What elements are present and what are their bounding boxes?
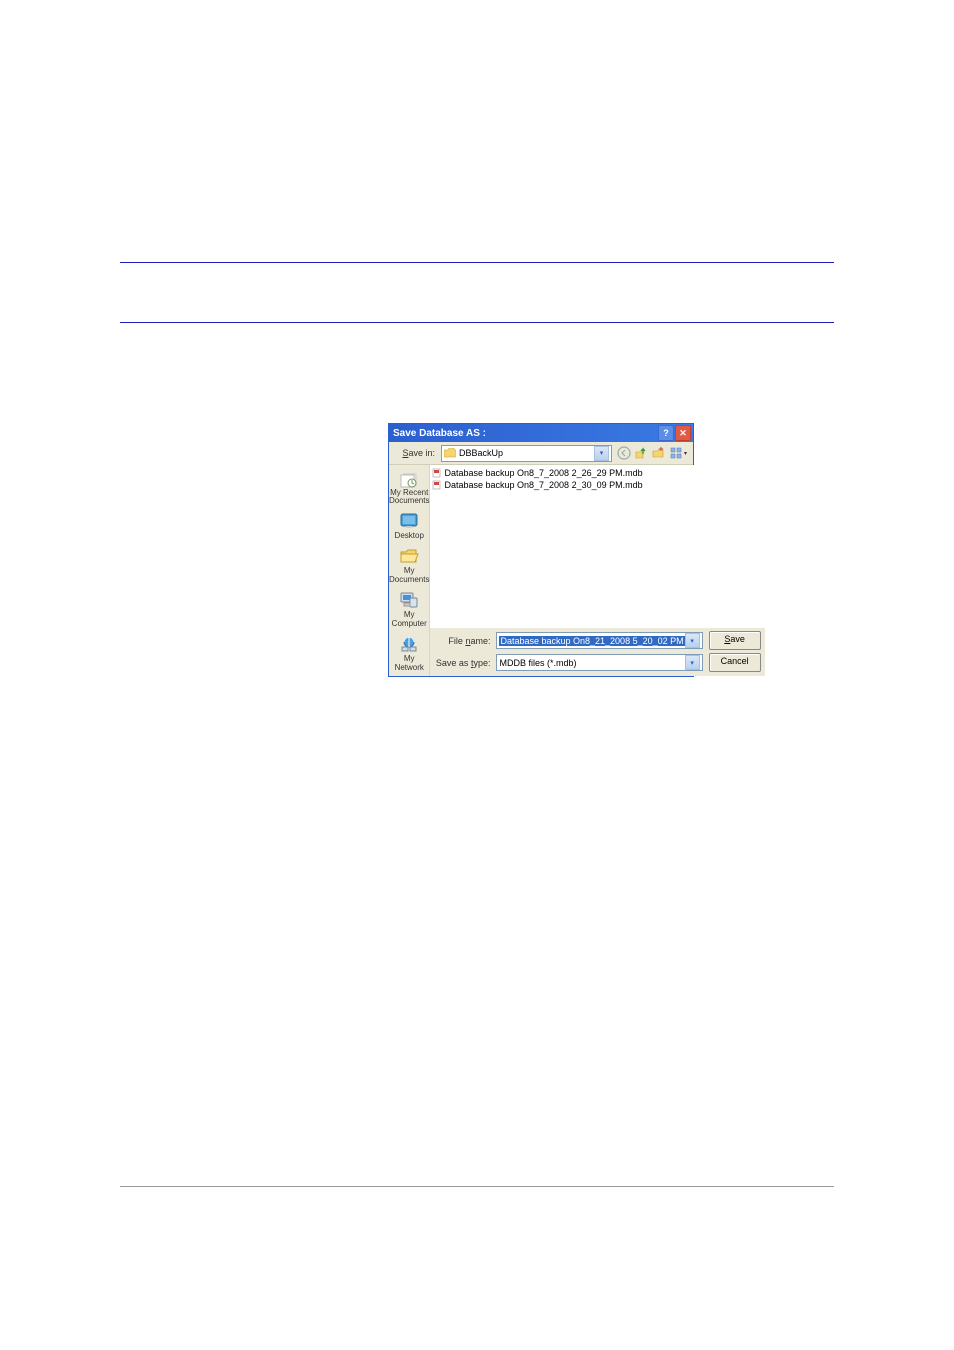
places-bar: My Recent Documents Desktop My Documents…	[389, 465, 430, 676]
dialog-body: My Recent Documents Desktop My Documents…	[389, 465, 693, 676]
mdb-file-icon	[432, 480, 442, 490]
help-button[interactable]: ?	[658, 425, 674, 441]
view-menu-icon[interactable]: ▾	[667, 446, 689, 461]
place-mynetwork[interactable]: My Network	[389, 632, 429, 676]
save-button[interactable]: Save	[709, 631, 761, 650]
save-as-dialog: Save Database AS : ? ✕ Save in: DBBackUp…	[388, 423, 694, 677]
nav-back-icon[interactable]	[616, 446, 631, 461]
place-label: Desktop	[389, 531, 429, 540]
file-name: Database backup On8_7_2008 2_26_29 PM.md…	[444, 468, 642, 478]
folder-open-icon	[444, 448, 456, 458]
dialog-bottom: File name: Database backup On8_21_2008 5…	[430, 628, 764, 676]
savetype-value: MDDB files (*.mdb)	[499, 658, 684, 668]
save-in-value: DBBackUp	[459, 448, 594, 458]
header-rule-2	[120, 322, 834, 323]
cancel-button[interactable]: Cancel	[709, 653, 761, 672]
filename-label: File name:	[434, 636, 490, 646]
mdb-file-icon	[432, 468, 442, 478]
save-in-label: Save in:	[393, 448, 435, 458]
savetype-combo[interactable]: MDDB files (*.mdb) ▾	[496, 654, 702, 671]
chevron-down-icon[interactable]: ▾	[685, 633, 700, 648]
my-computer-icon	[398, 590, 420, 610]
file-item[interactable]: Database backup On8_7_2008 2_26_29 PM.md…	[432, 467, 762, 479]
recent-documents-icon	[398, 469, 420, 489]
chevron-down-icon[interactable]: ▾	[685, 655, 700, 670]
chevron-down-icon[interactable]: ▾	[594, 446, 609, 461]
file-item[interactable]: Database backup On8_7_2008 2_30_09 PM.md…	[432, 479, 762, 491]
nav-icons: ▾	[616, 446, 689, 461]
file-list[interactable]: Database backup On8_7_2008 2_26_29 PM.md…	[430, 465, 764, 628]
file-name: Database backup On8_7_2008 2_30_09 PM.md…	[444, 480, 642, 490]
my-network-icon	[398, 634, 420, 654]
place-label: My Network	[389, 654, 429, 672]
filename-input[interactable]: Database backup On8_21_2008 5_20_02 PM ▾	[496, 632, 702, 649]
place-mycomputer[interactable]: My Computer	[389, 588, 429, 632]
dialog-toolbar: Save in: DBBackUp ▾	[389, 442, 693, 465]
savetype-label: Save as type:	[434, 658, 490, 668]
header-rule-1	[120, 262, 834, 263]
new-folder-icon[interactable]	[650, 446, 665, 461]
desktop-icon	[398, 511, 420, 531]
save-in-combo[interactable]: DBBackUp ▾	[441, 445, 612, 462]
dialog-title: Save Database AS :	[393, 428, 486, 439]
my-documents-icon	[398, 546, 420, 566]
footer-rule	[120, 1186, 834, 1187]
place-desktop[interactable]: Desktop	[389, 509, 429, 544]
place-label: My Documents	[389, 566, 429, 584]
dialog-titlebar[interactable]: Save Database AS : ? ✕	[389, 424, 693, 442]
nav-up-icon[interactable]	[633, 446, 648, 461]
filename-value: Database backup On8_21_2008 5_20_02 PM	[499, 636, 684, 646]
place-label: My Computer	[389, 610, 429, 628]
chevron-down-icon: ▾	[684, 450, 687, 457]
place-label: My Recent Documents	[389, 489, 429, 505]
place-mydocuments[interactable]: My Documents	[389, 544, 429, 588]
close-button[interactable]: ✕	[675, 425, 691, 441]
place-recent[interactable]: My Recent Documents	[389, 467, 429, 509]
